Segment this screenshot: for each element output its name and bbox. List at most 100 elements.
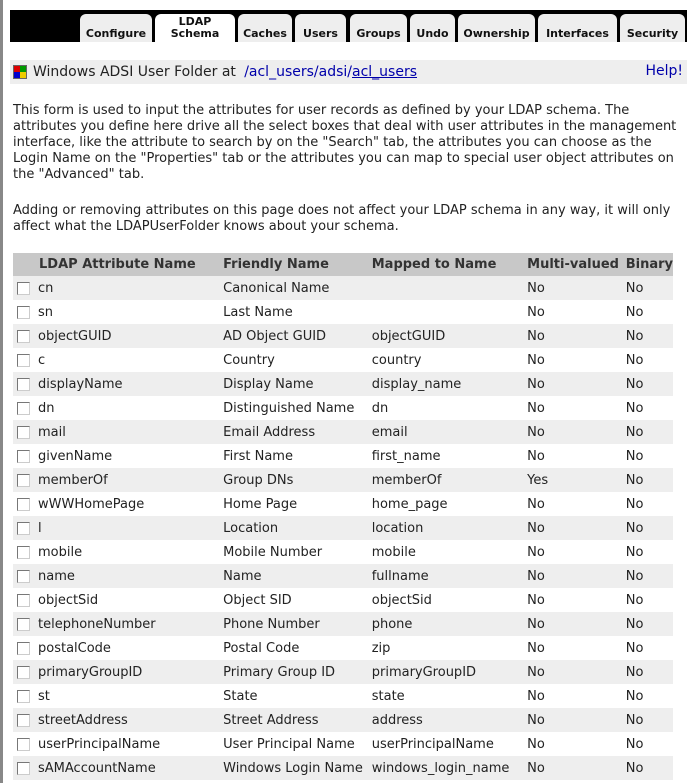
table-cell: fullname [367,564,524,588]
row-checkbox[interactable] [17,713,30,727]
cell-text: objectGUID [38,328,112,344]
table-cell: home_page [368,492,523,516]
table-cell: Country [219,348,368,372]
cell-text: l [38,520,42,536]
folder-header: Windows ADSI User Folder at /acl_users / a… [10,60,687,84]
table-cell: Canonical Name [219,276,368,300]
row-checkbox[interactable] [17,329,30,343]
table-cell: memberOf [13,468,220,492]
cell-text: No [527,424,545,440]
table-cell: userPrincipalName [13,732,219,756]
tab-users[interactable]: Users [295,14,346,42]
cell-text: No [527,688,545,704]
column-header: Binary [621,253,673,276]
table-cell: No [621,516,673,540]
tab-configure[interactable]: Configure [80,14,152,42]
path-link-acl-users[interactable]: acl_users [352,64,417,80]
cell-text: postalCode [38,640,111,656]
tab-ownership[interactable]: Ownership [458,14,535,42]
cell-text: Email Address [223,424,316,440]
table-cell: No [523,324,622,348]
table-row: objectGUID AD Object GUID objectGUID No No [13,324,673,348]
path-link-adsi[interactable]: adsi [319,64,348,80]
tab-ldap-schema[interactable]: LDAP Schema [155,14,235,42]
table-cell: No [622,300,673,324]
table-cell: Yes [523,468,622,492]
tab-groups[interactable]: Groups [350,14,407,42]
row-checkbox[interactable] [17,737,30,751]
cell-text: No [625,304,644,320]
table-cell: Object SID [219,588,368,612]
row-checkbox[interactable] [17,761,30,775]
path-link-acl-users-root[interactable]: /acl_users [244,64,314,80]
table-cell: phone [367,612,524,636]
cell-text: No [527,712,545,728]
table-cell: Street Address [219,708,368,732]
cell-text: wWWHomePage [38,496,145,512]
tab-security[interactable]: Security [620,14,685,42]
row-checkbox[interactable] [17,473,30,487]
table-cell: displayName [13,372,220,396]
table-row: sn Last Name No No [13,300,673,324]
cell-text: No [625,448,644,464]
row-checkbox[interactable] [17,353,30,367]
row-checkbox[interactable] [17,641,30,655]
cell-text: No [625,640,644,656]
table-row: postalCode Postal Code zip No No [13,636,673,660]
cell-text: display_name [371,376,462,392]
tab-interfaces[interactable]: Interfaces [538,14,617,42]
cell-text: No [527,592,545,608]
table-row: objectSid Object SID objectSid No No [13,588,673,612]
row-checkbox[interactable] [17,377,30,391]
cell-text: Object SID [223,592,292,608]
row-checkbox[interactable] [17,401,30,415]
row-checkbox[interactable] [17,521,30,535]
table-cell: No [621,420,673,444]
table-cell: location [367,516,524,540]
table-cell: Phone Number [219,612,368,636]
cell-text: No [625,520,644,536]
cell-text: primaryGroupID [371,664,477,680]
table-row: wWWHomePage Home Page home_page No No [13,492,673,516]
table-cell: No [523,420,622,444]
table-cell: objectGUID [13,324,220,348]
row-checkbox[interactable] [17,305,30,319]
cell-text: Mobile Number [223,544,323,560]
row-checkbox[interactable] [17,617,30,631]
table-cell: mail [13,420,220,444]
row-checkbox[interactable] [17,425,30,439]
table-cell: Last Name [219,300,368,324]
table-cell: No [523,276,622,300]
column-header: LDAP Attribute Name [13,253,220,276]
row-checkbox[interactable] [17,593,30,607]
row-checkbox[interactable] [17,545,30,559]
tab-undo[interactable]: Undo [410,14,455,42]
cell-text: objectSid [371,592,432,608]
cell-text: No [625,616,644,632]
row-checkbox[interactable] [17,497,30,511]
table-row: st State state No No [13,684,673,708]
row-checkbox[interactable] [17,665,30,679]
row-checkbox[interactable] [17,689,30,703]
table-cell: No [523,708,622,732]
window-border [0,0,3,783]
help-link[interactable]: Help! [645,63,683,79]
cell-text: State [223,688,258,704]
table-cell: dn [13,396,219,420]
table-cell: Group DNs [219,468,368,492]
table-row: streetAddress Street Address address No No [13,708,673,732]
table-row: name Name fullname No No [13,564,673,588]
row-checkbox[interactable] [17,281,30,295]
cell-text: No [625,280,644,296]
table-row: mobile Mobile Number mobile No No [13,540,673,564]
tab-caches[interactable]: Caches [238,14,292,42]
cell-text: Last Name [223,304,293,320]
row-checkbox[interactable] [17,569,30,583]
table-cell: address [367,708,524,732]
cell-text: No [527,400,545,416]
cell-text: dn [371,400,389,416]
row-checkbox[interactable] [17,449,30,463]
table-cell: objectGUID [367,324,524,348]
table-cell: No [622,732,673,756]
cell-text: Primary Group ID [223,664,336,680]
